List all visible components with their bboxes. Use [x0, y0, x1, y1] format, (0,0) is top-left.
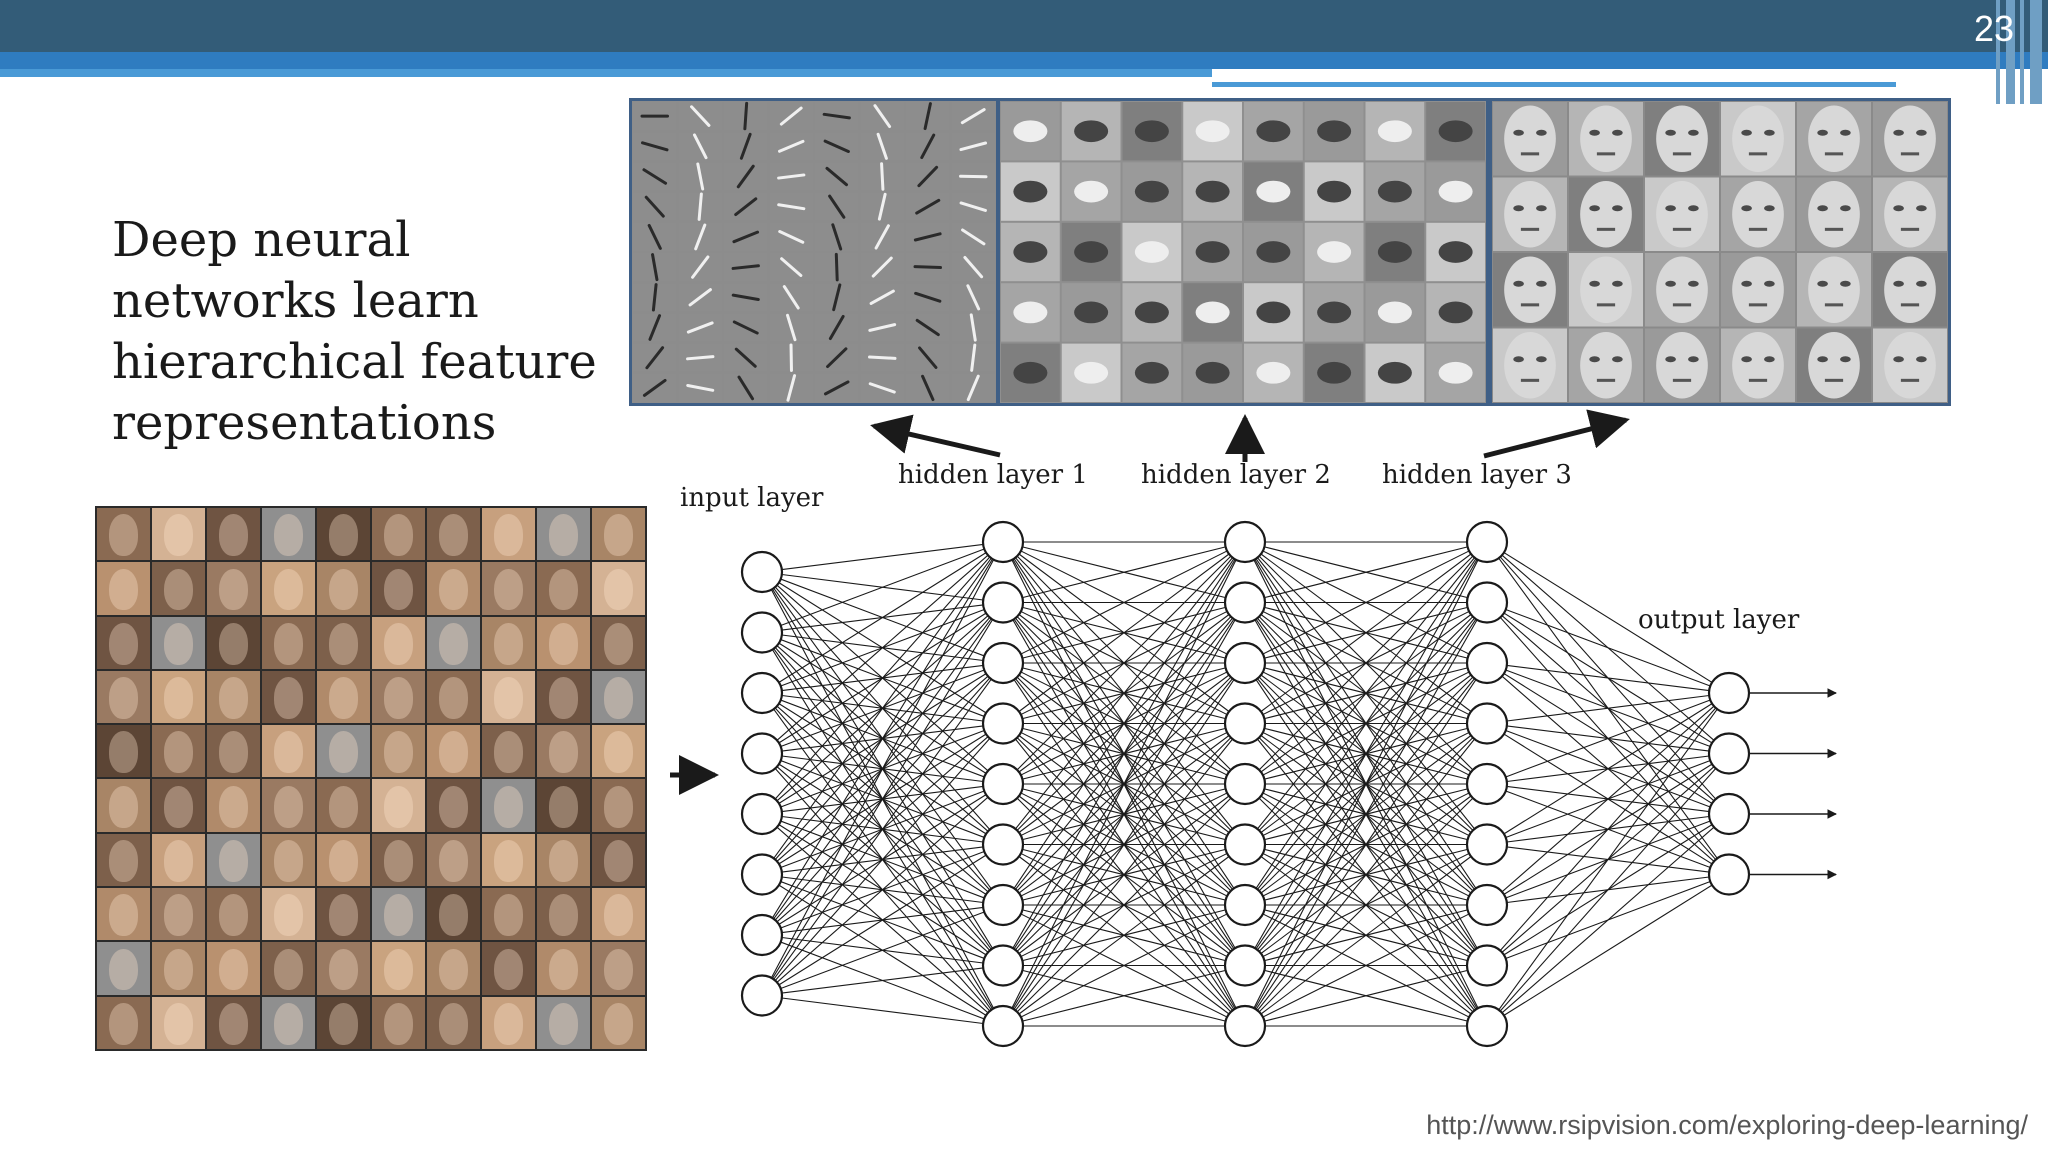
- connection: [770, 559, 995, 979]
- input-neuron: [740, 853, 784, 896]
- output-neuron: [1707, 853, 1751, 896]
- hidden3-neuron: [1465, 581, 1509, 624]
- hidden-layer-3-pointer-arrow: [1483, 409, 1630, 459]
- connection: [1499, 707, 1717, 951]
- hidden3-neuron: [1465, 944, 1509, 987]
- input-neuron: [740, 974, 784, 1017]
- connection: [1499, 768, 1717, 1012]
- connection: [1503, 703, 1713, 835]
- connection: [780, 548, 985, 626]
- connection: [1506, 694, 1710, 722]
- connection: [771, 619, 994, 979]
- connection: [1506, 664, 1710, 692]
- connection: [1505, 699, 1711, 778]
- hidden3-neuron: [1465, 702, 1509, 745]
- hidden-layer-2-label: hidden layer 2: [1141, 460, 1331, 490]
- hidden2-neuron: [1223, 1004, 1267, 1048]
- input-neuron: [740, 913, 784, 957]
- connection: [1503, 884, 1713, 1016]
- neural-network-diagram: input layer hidden layer 1 hidden layer …: [670, 409, 1837, 1048]
- connection: [1501, 826, 1715, 1014]
- connection: [781, 967, 984, 994]
- hidden-layer-1-pointer-arrow: [870, 414, 1001, 458]
- hidden3-neuron: [1465, 883, 1509, 927]
- connection: [778, 854, 987, 986]
- hidden2-neuron: [1223, 520, 1267, 564]
- hidden2-neuron: [1223, 702, 1267, 745]
- hidden-layer-3-label: hidden layer 3: [1382, 460, 1572, 490]
- connection: [773, 557, 992, 859]
- output-neuron: [1707, 671, 1751, 715]
- connection: [1501, 705, 1715, 893]
- connection: [1498, 708, 1718, 1011]
- hidden2-neuron: [1223, 944, 1267, 987]
- connection: [781, 543, 984, 571]
- hidden1-neuron: [981, 520, 1025, 564]
- hidden1-neuron: [981, 702, 1025, 745]
- hidden1-neuron: [981, 762, 1025, 806]
- connection: [773, 678, 992, 980]
- connection: [781, 997, 984, 1025]
- network-neurons: [740, 520, 1751, 1048]
- hidden3-neuron: [1465, 1004, 1509, 1048]
- connection: [771, 558, 994, 919]
- hidden1-neuron: [981, 883, 1025, 927]
- connection: [778, 552, 987, 683]
- hidden2-neuron: [1223, 762, 1267, 806]
- connection: [780, 911, 985, 989]
- hidden-layer-1-label: hidden layer 1: [898, 460, 1088, 490]
- hidden3-neuron: [1465, 520, 1509, 564]
- input-neuron: [740, 792, 784, 836]
- output-neuron: [1707, 792, 1751, 836]
- input-neuron: [740, 732, 784, 775]
- hidden1-neuron: [981, 823, 1025, 866]
- hidden3-neuron: [1465, 641, 1509, 685]
- hidden1-neuron: [981, 944, 1025, 987]
- hidden1-neuron: [981, 1004, 1025, 1048]
- hidden3-neuron: [1465, 762, 1509, 806]
- hidden2-neuron: [1223, 823, 1267, 866]
- input-neuron: [740, 671, 784, 715]
- hidden1-neuron: [981, 641, 1025, 685]
- hidden2-neuron: [1223, 883, 1267, 927]
- hidden2-neuron: [1223, 641, 1267, 685]
- source-url[interactable]: http://www.rsipvision.com/exploring-deep…: [1426, 1110, 2028, 1141]
- output-neuron: [1707, 732, 1751, 775]
- hidden2-neuron: [1223, 581, 1267, 624]
- hidden3-neuron: [1465, 823, 1509, 866]
- input-layer-label: input layer: [680, 483, 824, 513]
- output-layer-label: output layer: [1638, 605, 1800, 635]
- input-neuron: [740, 550, 784, 594]
- output-arrows: [1749, 688, 1837, 880]
- input-neuron: [740, 611, 784, 654]
- hidden1-neuron: [981, 581, 1025, 624]
